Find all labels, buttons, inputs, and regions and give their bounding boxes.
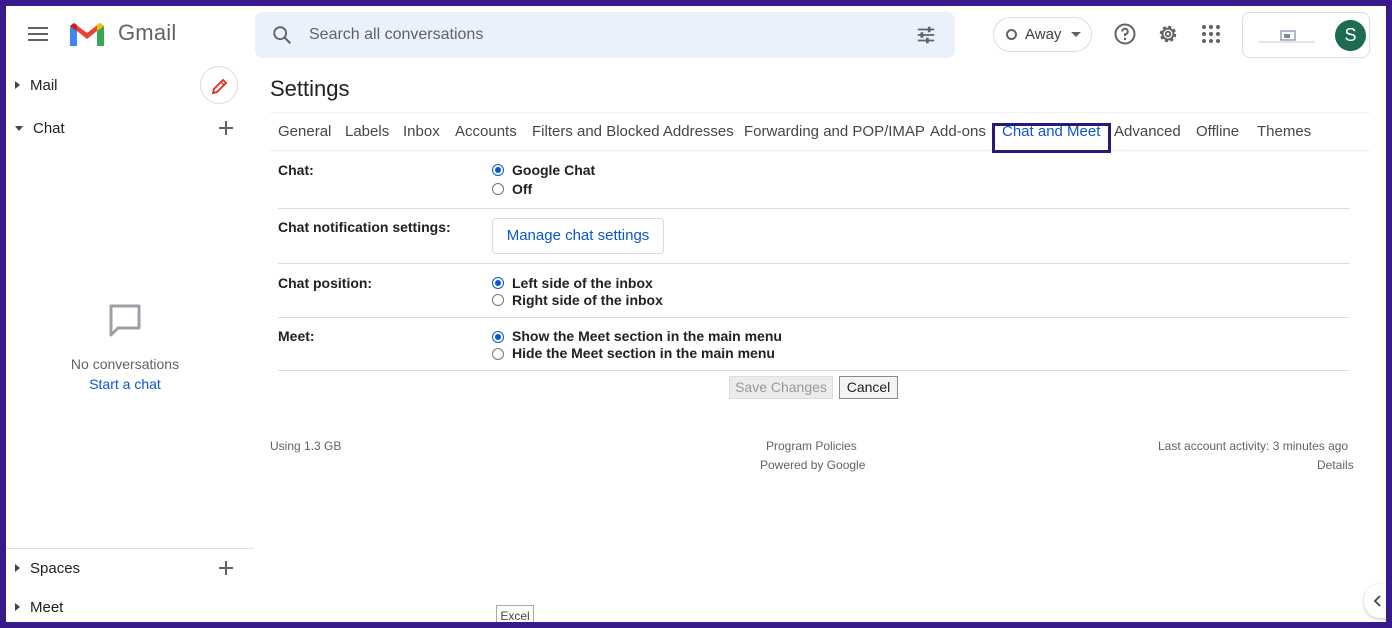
program-policies-link[interactable]: Program Policies: [766, 439, 857, 453]
tab-advanced[interactable]: Advanced: [1114, 123, 1181, 140]
meet-setting-label: Meet:: [278, 328, 315, 344]
cancel-button[interactable]: Cancel: [839, 376, 898, 399]
tab-labels[interactable]: Labels: [345, 123, 389, 140]
notification-setting-label: Chat notification settings:: [278, 219, 451, 235]
tab-add-ons[interactable]: Add-ons: [930, 123, 986, 140]
divider: [278, 208, 1349, 209]
details-link[interactable]: Details: [1317, 458, 1354, 472]
compose-button[interactable]: [200, 66, 238, 104]
new-space-plus-icon[interactable]: [216, 558, 236, 578]
status-label: Away: [1025, 26, 1062, 43]
radio-chat-off[interactable]: [492, 183, 504, 195]
status-dropdown[interactable]: Away: [993, 17, 1092, 52]
option-label: Right side of the inbox: [512, 292, 663, 308]
tab-highlight-box: [992, 123, 1111, 153]
position-setting-label: Chat position:: [278, 275, 373, 291]
tab-accounts[interactable]: Accounts: [455, 123, 517, 140]
tab-forwarding[interactable]: Forwarding and POP/IMAP: [744, 123, 925, 140]
search-icon[interactable]: [271, 24, 293, 46]
radio-right-side[interactable]: [492, 294, 504, 306]
help-icon[interactable]: [1113, 22, 1137, 46]
sidebar-item-label: Chat: [33, 119, 65, 137]
sidebar-item-meet[interactable]: Meet: [6, 593, 254, 621]
account-switcher[interactable]: S: [1242, 12, 1370, 58]
chat-bubble-icon: [109, 304, 141, 337]
divider: [278, 370, 1349, 371]
search-input[interactable]: [309, 21, 889, 49]
gear-icon[interactable]: [1156, 22, 1180, 46]
tab-filters[interactable]: Filters and Blocked Addresses: [532, 123, 734, 140]
new-chat-plus-icon[interactable]: [216, 118, 236, 138]
tab-offline[interactable]: Offline: [1196, 123, 1239, 140]
option-label: Show the Meet section in the main menu: [512, 328, 782, 344]
divider: [278, 263, 1349, 264]
expand-arrow-icon: [15, 81, 20, 89]
save-changes-button[interactable]: Save Changes: [729, 376, 833, 399]
powered-by-text: Powered by Google: [760, 458, 866, 472]
radio-hide-meet[interactable]: [492, 348, 504, 360]
radio-left-side[interactable]: [492, 277, 504, 289]
radio-google-chat[interactable]: [492, 164, 504, 176]
chevron-left-icon: [1373, 595, 1381, 607]
manage-chat-settings-button[interactable]: Manage chat settings: [492, 218, 664, 254]
gmail-window: Gmail Away: [6, 6, 1386, 622]
expand-arrow-icon: [15, 564, 20, 572]
gmail-logo-icon[interactable]: [68, 20, 106, 48]
caret-down-icon: [1071, 32, 1082, 37]
organization-logo-icon: [1259, 30, 1315, 43]
search-options-icon[interactable]: [915, 24, 937, 46]
start-chat-link[interactable]: Start a chat: [6, 376, 244, 392]
collapse-arrow-icon: [15, 125, 23, 131]
no-conversations-text: No conversations: [70, 356, 180, 372]
tab-inbox[interactable]: Inbox: [403, 123, 440, 140]
side-panel-toggle[interactable]: [1364, 584, 1386, 618]
search-bar[interactable]: [255, 12, 955, 58]
option-label: Left side of the inbox: [512, 275, 653, 291]
last-activity-text: Last account activity: 3 minutes ago: [1158, 439, 1349, 453]
storage-usage: Using 1.3 GB: [270, 439, 342, 453]
sidebar-item-label: Meet: [30, 598, 64, 616]
main-menu-icon[interactable]: [26, 23, 54, 47]
divider: [278, 317, 1349, 318]
divider: [6, 548, 254, 549]
option-label: Off: [512, 181, 533, 197]
tab-general[interactable]: General: [278, 123, 331, 140]
apps-grid-icon[interactable]: [1199, 22, 1223, 46]
pencil-icon: [211, 78, 228, 95]
chat-setting-label: Chat:: [278, 162, 314, 178]
option-label: Google Chat: [512, 162, 596, 178]
tab-themes[interactable]: Themes: [1257, 123, 1311, 140]
top-bar: Gmail Away: [6, 6, 1386, 64]
sidebar-item-label: Spaces: [30, 559, 81, 577]
radio-show-meet[interactable]: [492, 331, 504, 343]
app-name: Gmail: [118, 20, 177, 45]
option-label: Hide the Meet section in the main menu: [512, 345, 775, 361]
sidebar-item-label: Mail: [30, 76, 58, 94]
avatar[interactable]: S: [1335, 20, 1366, 51]
expand-arrow-icon: [15, 603, 20, 611]
empty-chat-state: No conversations Start a chat: [6, 301, 244, 392]
page-title: Settings: [270, 76, 350, 101]
status-circle-icon: [1006, 29, 1017, 40]
taskbar-tooltip: Excel: [496, 605, 534, 622]
settings-tabs: General Labels Inbox Accounts Filters an…: [270, 112, 1370, 151]
